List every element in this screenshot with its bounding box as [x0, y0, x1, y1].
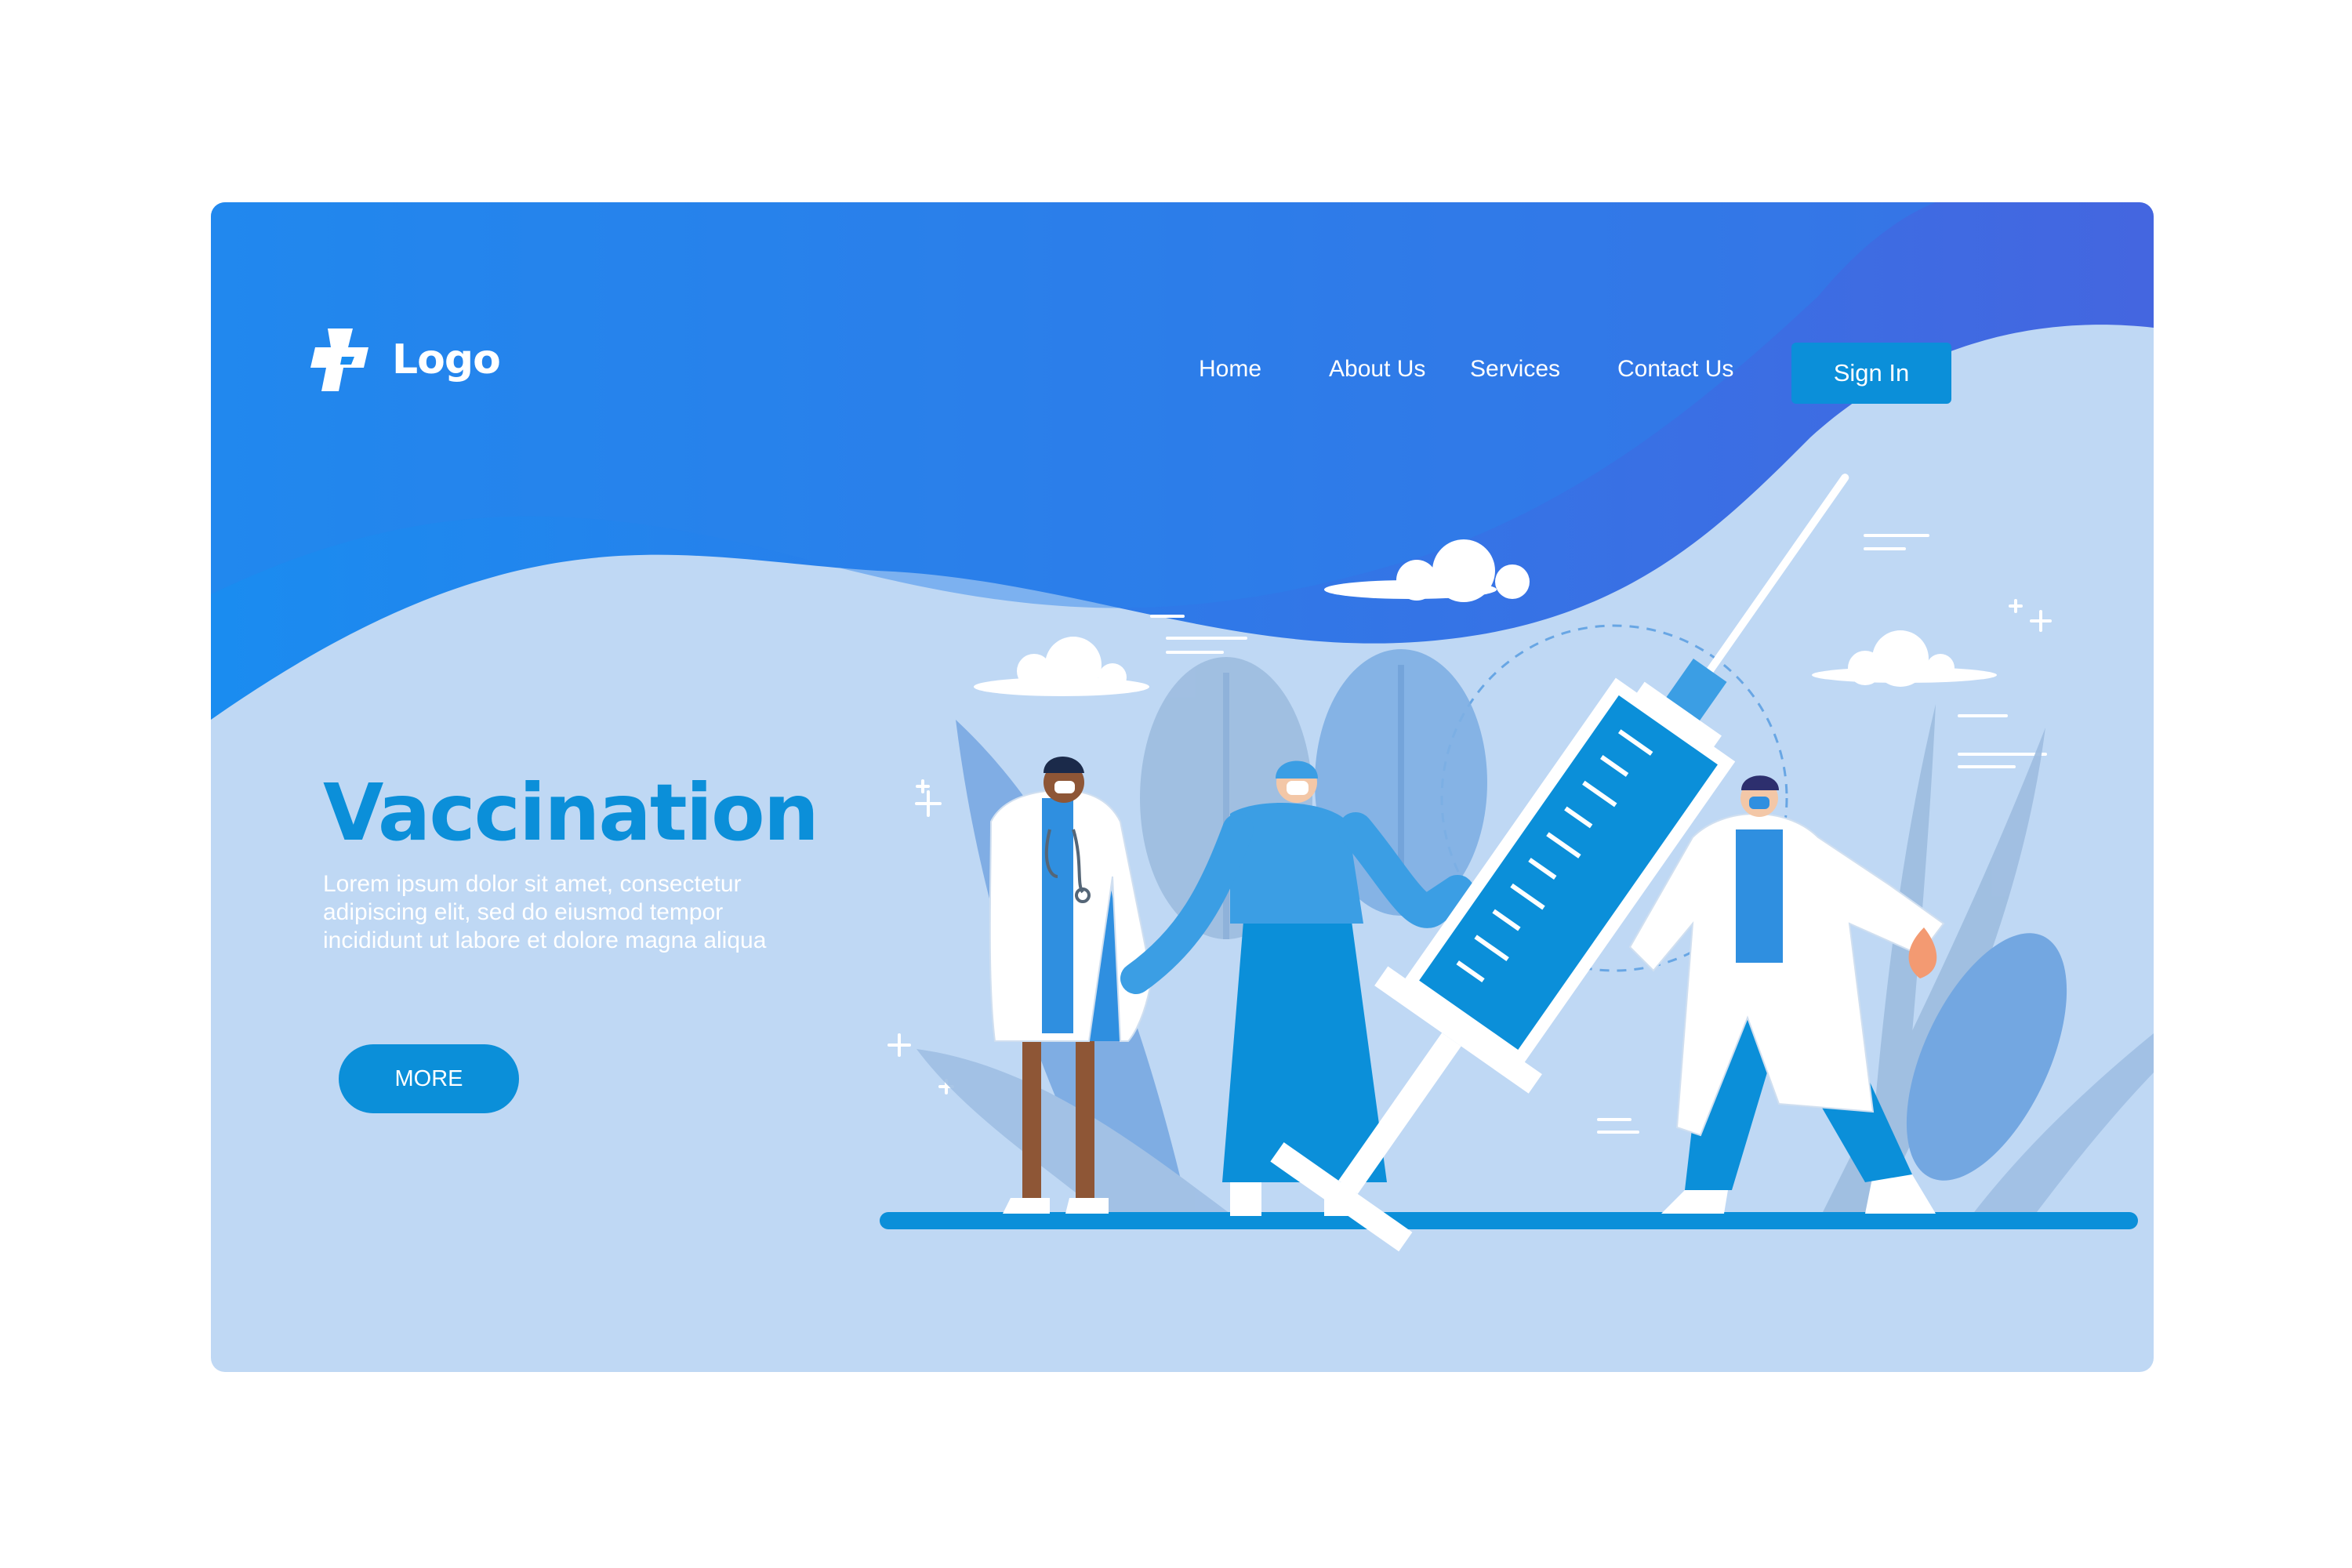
nav-services[interactable]: Services: [1470, 356, 1560, 383]
cloud-icon: [974, 637, 1149, 696]
hero-title: Vaccination: [323, 767, 819, 858]
sign-in-button[interactable]: Sign In: [1791, 343, 1951, 404]
nav-home[interactable]: Home: [1199, 356, 1261, 383]
nav-contact[interactable]: Contact Us: [1617, 356, 1733, 383]
logo[interactable]: Logo: [309, 324, 501, 396]
hero-description: Lorem ipsum dolor sit amet, consectetur …: [323, 871, 767, 953]
cross-plus-icon: [310, 328, 368, 391]
ground-line: [880, 1212, 2138, 1229]
landing-page-card: Logo Home About Us Services Contact Us S…: [211, 202, 2154, 1372]
more-button[interactable]: MORE: [339, 1044, 519, 1113]
logo-text: Logo: [392, 336, 501, 383]
cloud-icon: [1812, 630, 1997, 687]
nav-about[interactable]: About Us: [1329, 356, 1425, 383]
